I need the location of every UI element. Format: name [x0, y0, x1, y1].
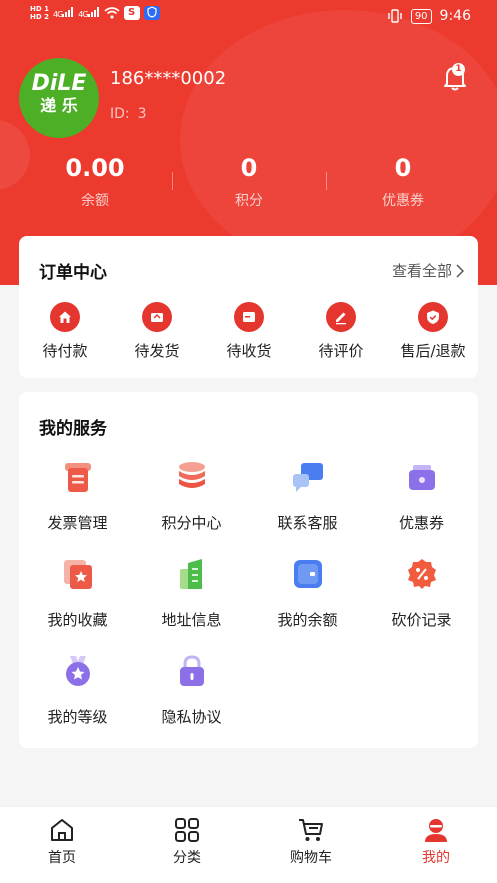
stat-points[interactable]: 0 积分 [174, 153, 324, 210]
tab-me[interactable]: 我的 [376, 817, 496, 867]
service-contact-support[interactable]: 联系客服 [250, 460, 365, 533]
service-invoice[interactable]: 发票管理 [20, 460, 135, 533]
signal1-label: 4G [52, 10, 63, 19]
discount-badge-icon [407, 559, 436, 589]
order-label: 待付款 [42, 342, 88, 360]
service-balance[interactable]: 我的余额 [250, 557, 365, 630]
house-icon [50, 302, 80, 332]
service-bargain-history[interactable]: 砍价记录 [364, 557, 479, 630]
stat-label: 优惠券 [382, 193, 424, 209]
service-label: 联系客服 [277, 514, 338, 532]
service-favorites[interactable]: 我的收藏 [20, 557, 135, 630]
box-send-icon [142, 302, 172, 332]
order-pending-review[interactable]: 待评价 [295, 302, 387, 361]
service-label: 优惠券 [398, 514, 444, 532]
star-card-icon [63, 560, 92, 589]
service-label: 我的余额 [277, 611, 338, 629]
order-pending-receipt[interactable]: 待收货 [203, 302, 295, 361]
app-shield-icon [143, 6, 160, 20]
stat-label: 余额 [81, 193, 109, 209]
service-privacy-policy[interactable]: 隐私协议 [134, 654, 249, 727]
chevron-right-icon [456, 263, 464, 278]
stat-balance[interactable]: 0.00 余额 [20, 153, 170, 210]
view-all-label: 查看全部 [391, 262, 452, 280]
stat-divider [172, 172, 173, 190]
view-all-orders-link[interactable]: 查看全部 [392, 260, 464, 281]
service-label: 积分中心 [161, 514, 222, 532]
bottom-tab-bar: 首页 分类 购物车 我的 [0, 806, 497, 883]
service-label: 地址信息 [161, 611, 222, 629]
order-label: 待收货 [226, 342, 272, 360]
tab-cart[interactable]: 购物车 [251, 817, 371, 867]
service-my-level[interactable]: 我的等级 [20, 654, 135, 727]
hd-indicator: HD 1 HD 2 [30, 5, 49, 21]
service-address[interactable]: 地址信息 [134, 557, 249, 630]
app-s-icon: S [123, 6, 140, 20]
cart-icon [299, 819, 323, 841]
service-label: 砍价记录 [391, 611, 452, 629]
service-label: 发票管理 [47, 514, 108, 532]
box-receive-icon [234, 302, 264, 332]
signal-icon: 4G [53, 7, 74, 19]
header-decoration [180, 10, 497, 270]
signal-icon: 4G [78, 7, 99, 19]
user-id-label: ID: [110, 106, 130, 122]
user-id-value: 3 [137, 106, 147, 122]
service-coupons[interactable]: 优惠券 [364, 460, 479, 533]
invoice-icon [64, 463, 91, 492]
tab-label: 分类 [173, 850, 201, 866]
stat-coupons[interactable]: 0 优惠券 [328, 153, 478, 210]
grid-icon [175, 818, 199, 842]
coins-stack-icon [178, 462, 205, 488]
status-bar: HD 1 HD 2 4G 4G S 90 9:46 [0, 0, 497, 36]
stat-value: 0 [240, 154, 258, 182]
status-bar-left: HD 1 HD 2 4G 4G S [30, 5, 160, 21]
shield-check-icon [418, 302, 448, 332]
status-bar-right: 90 9:46 [387, 8, 471, 24]
lock-icon [179, 655, 204, 686]
wallet-icon [408, 465, 435, 490]
service-label: 我的收藏 [47, 611, 108, 629]
user-id: ID: 3 [110, 106, 147, 122]
service-label: 隐私协议 [161, 708, 222, 726]
order-pending-payment[interactable]: 待付款 [19, 302, 111, 361]
stat-divider [326, 172, 327, 190]
order-label: 待评价 [318, 342, 364, 360]
tab-label: 购物车 [290, 850, 332, 866]
order-pending-shipment[interactable]: 待发货 [111, 302, 203, 361]
medal-icon [65, 656, 90, 686]
service-label: 我的等级 [47, 708, 108, 726]
tab-home[interactable]: 首页 [2, 817, 122, 867]
stat-value: 0.00 [65, 154, 125, 182]
tab-label: 首页 [48, 850, 76, 866]
tab-categories[interactable]: 分类 [127, 817, 247, 867]
order-label: 待发货 [134, 342, 180, 360]
user-icon [425, 819, 447, 842]
chat-icon [292, 463, 323, 492]
stat-value: 0 [394, 154, 412, 182]
user-phone: 186****0002 [110, 68, 227, 89]
services-title: 我的服务 [39, 419, 107, 439]
balance-card-icon [293, 560, 322, 588]
hd1-label: HD 1 [30, 5, 49, 13]
order-after-sales[interactable]: 售后/退款 [387, 302, 479, 361]
hd2-label: HD 2 [30, 13, 49, 21]
building-icon [179, 559, 202, 589]
battery-indicator: 90 [410, 8, 432, 24]
wifi-icon [104, 7, 120, 19]
order-label: 售后/退款 [400, 342, 466, 360]
notification-badge: 1 [452, 63, 465, 76]
clock: 9:46 [439, 8, 471, 24]
vibrate-icon [388, 9, 402, 23]
signal2-label: 4G [78, 10, 88, 19]
avatar-logo-subtext: 递 乐 [40, 96, 78, 115]
order-center-title: 订单中心 [39, 263, 107, 283]
home-icon [51, 819, 73, 841]
tab-label: 我的 [422, 850, 450, 866]
stat-label: 积分 [235, 193, 263, 209]
pencil-icon [326, 302, 356, 332]
avatar-logo-text: DiLE [31, 71, 87, 96]
avatar[interactable]: DiLE 递 乐 [19, 58, 99, 138]
service-points-center[interactable]: 积分中心 [134, 460, 249, 533]
